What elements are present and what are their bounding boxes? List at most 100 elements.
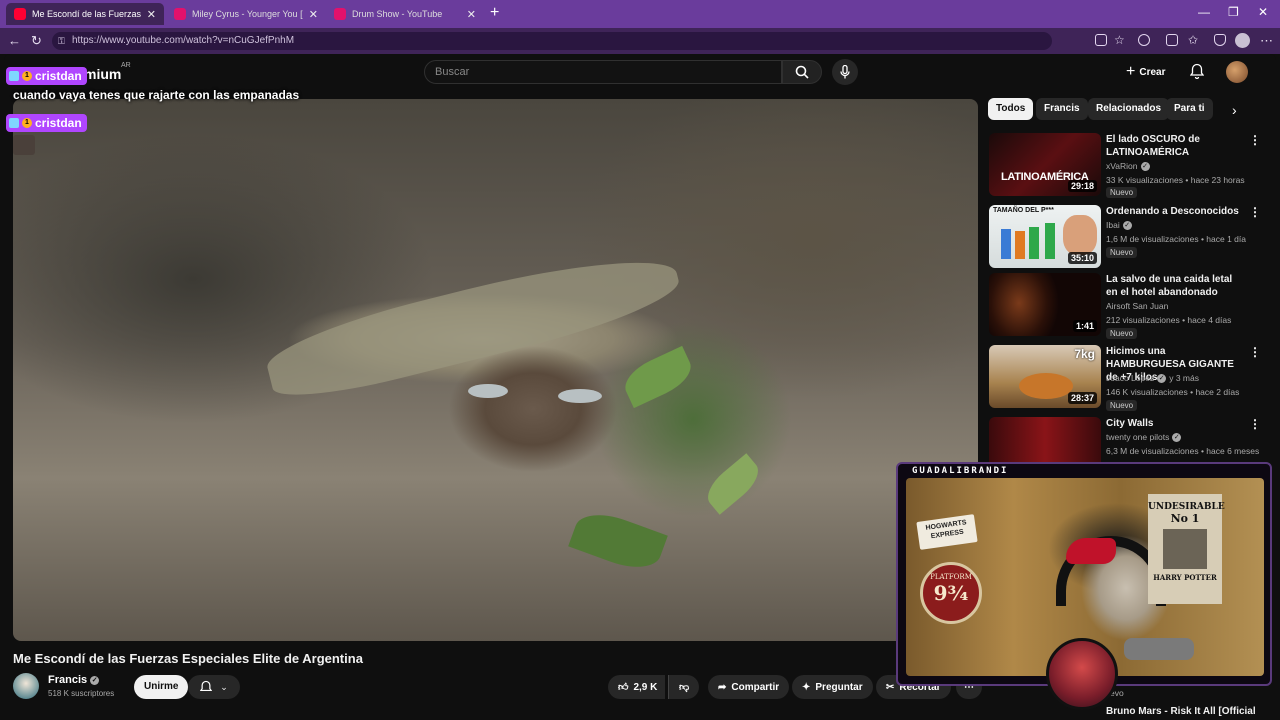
more-vert-icon[interactable]: ⋮ xyxy=(1249,133,1261,147)
video-meta: 212 visualizaciones • hace 4 días xyxy=(1106,315,1232,325)
wall-sticker: HOGWARTS EXPRESS xyxy=(916,514,978,550)
chip-para-ti[interactable]: Para ti xyxy=(1166,98,1213,120)
like-button[interactable]: 👍︎ 2,9 K xyxy=(608,675,666,699)
video-duration: 29:18 xyxy=(1067,180,1097,192)
video-thumbnail[interactable]: LATINOAMÉRICA 29:18 xyxy=(989,133,1101,196)
channel-line[interactable]: Ibai ✓ xyxy=(1106,220,1132,230)
account-avatar[interactable] xyxy=(1226,61,1248,83)
thumbs-down-icon: 👎︎ xyxy=(679,682,690,693)
minimize-button[interactable]: — xyxy=(1198,5,1210,19)
channel-line[interactable]: Joaco Lopez ✓ y 3 más xyxy=(1106,373,1199,383)
app-icon[interactable] xyxy=(1095,34,1107,46)
share-button[interactable]: ➦ Compartir xyxy=(708,675,790,699)
channel-line[interactable]: xVaRion ✓ xyxy=(1106,161,1150,171)
tab-active-video[interactable]: Me Escondí de las Fuerzas Especiales ✕ xyxy=(6,3,164,25)
profile-icon[interactable] xyxy=(1235,33,1250,48)
platform-number: 9¾ xyxy=(933,581,969,605)
dislike-button[interactable]: 👎︎ xyxy=(668,675,700,699)
new-badge: Nuevo xyxy=(1106,400,1138,411)
more-vert-icon[interactable]: ⋮ xyxy=(1249,345,1261,359)
tab-drum-show[interactable]: Drum Show - YouTube ✕ xyxy=(326,3,484,25)
thumbnail-figure xyxy=(1063,215,1097,255)
platform-label: PLATFORM xyxy=(930,573,972,581)
ask-label: Preguntar xyxy=(815,681,863,693)
recommendation-item[interactable]: LATINOAMÉRICA 29:18 El lado OSCURO de LA… xyxy=(989,133,1269,199)
logo-region: AR xyxy=(121,62,131,69)
channel-name: Airsoft San Juan xyxy=(1106,301,1169,311)
video-frame-detail xyxy=(618,345,698,409)
video-thumbnail[interactable]: TAMAÑO DEL P*** 35:10 xyxy=(989,205,1101,268)
video-frame-detail xyxy=(558,389,602,403)
chip-todos[interactable]: Todos xyxy=(988,98,1034,120)
voice-search-button[interactable] xyxy=(832,59,858,85)
webcam-detail xyxy=(1066,538,1116,564)
channel-name: twenty one pilots xyxy=(1106,432,1170,442)
channel-name[interactable]: Francis ✓ xyxy=(48,674,100,686)
chat-username: cristdan xyxy=(35,69,82,83)
favorites-icon[interactable]: ✩ xyxy=(1188,33,1198,47)
create-label: Crear xyxy=(1139,66,1166,78)
channel-avatar[interactable] xyxy=(13,673,39,699)
video-title[interactable]: La salvo de una caida letal en el hotel … xyxy=(1106,273,1246,299)
create-button[interactable]: + Crear xyxy=(1126,62,1165,82)
search-input[interactable]: Buscar xyxy=(424,60,782,84)
more-menu-icon[interactable]: ⋯ xyxy=(1260,33,1273,49)
more-vert-icon[interactable]: ⋮ xyxy=(1249,417,1261,431)
chip-relacionados[interactable]: Relacionados xyxy=(1088,98,1170,120)
ask-button[interactable]: ✦ Preguntar xyxy=(792,675,873,699)
video-title[interactable]: City Walls xyxy=(1106,417,1246,430)
sparkle-icon: ✦ xyxy=(802,681,811,693)
join-button[interactable]: Unirme xyxy=(134,675,189,699)
tab-miley[interactable]: Miley Cyrus - Younger You [From ✕ xyxy=(166,3,326,25)
new-badge: Nuevo xyxy=(1106,187,1138,198)
recommendation-item[interactable]: 1:41 La salvo de una caida letal en el h… xyxy=(989,273,1269,339)
thumbnail-figure xyxy=(1029,227,1039,259)
shield-icon[interactable] xyxy=(1214,34,1226,46)
video-frame-detail xyxy=(260,239,686,409)
video-thumbnail[interactable]: 7kg 28:37 xyxy=(989,345,1101,408)
extension-icon[interactable] xyxy=(1166,34,1178,46)
like-count: 2,9 K xyxy=(633,681,658,693)
subscriber-badge-icon xyxy=(9,118,19,128)
video-player[interactable] xyxy=(13,99,978,641)
channel-line[interactable]: Airsoft San Juan xyxy=(1106,301,1168,311)
url-text: https://www.youtube.com/watch?v=nCuGJefP… xyxy=(72,35,295,46)
reload-icon[interactable]: ↻ xyxy=(31,33,42,49)
video-title[interactable]: El lado OSCURO de LATINOAMÉRICA xyxy=(1106,133,1246,159)
back-icon[interactable]: ← xyxy=(8,33,21,48)
scissors-icon: ✂ xyxy=(886,681,895,693)
more-vert-icon[interactable]: ⋮ xyxy=(1249,205,1261,219)
youtube-icon xyxy=(334,8,346,20)
recommendation-item[interactable]: TAMAÑO DEL P*** 35:10 Ordenando a Descon… xyxy=(989,205,1269,271)
favorite-star-icon[interactable]: ☆ xyxy=(1114,33,1125,47)
restore-button[interactable]: ❐ xyxy=(1228,5,1239,19)
video-thumbnail[interactable]: 1:41 xyxy=(989,273,1101,336)
search-button[interactable] xyxy=(782,60,822,84)
video-frame-detail xyxy=(468,384,508,398)
video-title[interactable]: Ordenando a Desconocidos xyxy=(1106,205,1246,218)
youtube-logo[interactable]: mium xyxy=(84,66,121,82)
bits-badge-icon: 1 xyxy=(22,71,32,81)
url-field[interactable]: ⚿ https://www.youtube.com/watch?v=nCuGJe… xyxy=(52,32,1052,50)
chevron-right-icon[interactable]: › xyxy=(1232,102,1237,118)
tab-title: Me Escondí de las Fuerzas Especiales xyxy=(32,9,141,19)
chip-francis[interactable]: Francis xyxy=(1036,98,1088,120)
wanted-poster: UNDESIRABLE No 1 HARRY POTTER xyxy=(1148,494,1225,604)
share-icon: ➦ xyxy=(718,681,727,693)
close-icon[interactable]: ✕ xyxy=(147,8,156,21)
thumbnail-figure xyxy=(1045,223,1055,259)
new-badge: Nuevo xyxy=(1106,328,1138,339)
video-title[interactable]: Bruno Mars - Risk It All [Official xyxy=(1106,706,1256,717)
extension-icon[interactable] xyxy=(1138,34,1150,46)
video-meta: 33 K visualizaciones • hace 23 horas xyxy=(1106,175,1245,185)
recommendation-item[interactable]: 7kg 28:37 Hicimos una HAMBURGUESA GIGANT… xyxy=(989,345,1269,411)
close-window-button[interactable]: ✕ xyxy=(1258,5,1268,19)
subscribe-notification-button[interactable]: ⌄ xyxy=(188,675,240,699)
notifications-button[interactable] xyxy=(1189,63,1205,84)
channel-name: Ibai xyxy=(1106,220,1120,230)
thumbs-up-icon: 👍︎ xyxy=(618,682,629,693)
close-icon[interactable]: ✕ xyxy=(467,8,476,21)
close-icon[interactable]: ✕ xyxy=(309,8,318,21)
channel-line[interactable]: twenty one pilots ✓ xyxy=(1106,432,1182,442)
new-tab-button[interactable]: + xyxy=(490,4,499,22)
